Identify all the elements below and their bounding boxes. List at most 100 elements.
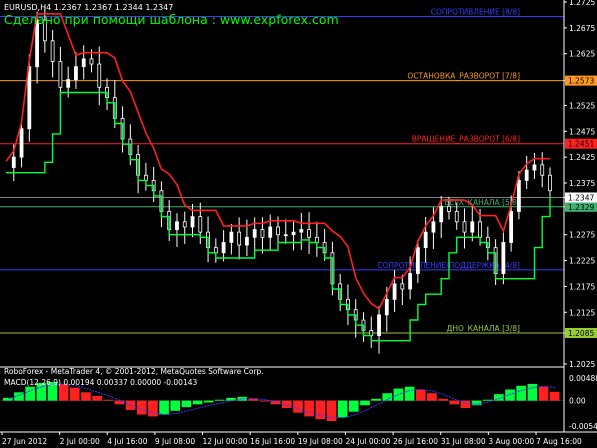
- candle-body: [408, 273, 413, 290]
- macd-histogram-bar: [92, 395, 102, 401]
- time-tick-label: 24 Jul 00:00: [345, 437, 390, 446]
- candle-body: [392, 283, 397, 300]
- candle-body: [175, 221, 179, 230]
- candle-body: [182, 221, 187, 228]
- macd-histogram-bar: [25, 386, 35, 401]
- macd-histogram-bar: [259, 400, 270, 402]
- macd-histogram-bar: [360, 400, 370, 406]
- candle-body: [66, 79, 71, 88]
- time-tick-label: 19 Jul 08:00: [298, 437, 343, 446]
- candle-body: [260, 229, 265, 238]
- level-label: СОПРОТИВЛЕНИЕ [8/8]: [431, 7, 520, 16]
- candle-body: [11, 156, 16, 168]
- price-tick-label: 1.2125: [569, 308, 595, 317]
- price-tick-label: 1.2225: [569, 257, 595, 266]
- candle-body: [19, 128, 24, 158]
- candle-body: [74, 66, 78, 80]
- macd-histogram-bar: [103, 399, 114, 401]
- time-tick-label: 16 Jul 16:00: [250, 437, 295, 446]
- macd-histogram-bar: [170, 400, 181, 411]
- macd-histogram-bar: [549, 391, 560, 401]
- time-tick-label: 4 Jul 16:00: [107, 437, 147, 446]
- candle-body: [532, 164, 537, 171]
- candle-body: [58, 61, 63, 88]
- level-price-label: 1.2451: [568, 140, 594, 149]
- candle-body: [517, 180, 521, 212]
- macd-histogram-bar: [516, 385, 527, 401]
- macd-histogram-bar: [3, 397, 13, 401]
- candle-body: [415, 247, 420, 274]
- candle-body: [35, 19, 39, 68]
- macd-histogram-bar: [203, 400, 214, 403]
- candle-body: [454, 211, 459, 223]
- template-watermark: Сделано при помощи шаблона : www.expfore…: [4, 12, 339, 27]
- current-price-label: 1.2347: [568, 193, 594, 202]
- candle-body: [268, 226, 273, 238]
- macd-tick-label: 0.00: [569, 397, 586, 406]
- candle-body: [400, 283, 405, 290]
- price-tick-label: 1.2525: [569, 101, 595, 110]
- candle-body: [369, 329, 374, 336]
- candle-body: [377, 314, 381, 336]
- macd-histogram-bar: [482, 399, 493, 401]
- candle-body: [143, 174, 148, 181]
- platform-copyright: RoboForex - MetaTrader 4, © 2001-2012, M…: [4, 367, 264, 376]
- chart-canvas: СОПРОТИВЛЕНИЕ [8/8] ОСТАНОВКА_РАЗВОРОТ [7…: [0, 0, 597, 448]
- time-tick-label: 3 Aug 00:00: [488, 437, 534, 446]
- candle-body: [291, 231, 296, 236]
- price-tick-label: 1.2725: [569, 0, 595, 7]
- level-price-label: 1.2329: [568, 203, 594, 212]
- macd-histogram-bar: [337, 400, 348, 418]
- candle-body: [213, 247, 218, 254]
- candle-body: [548, 174, 552, 192]
- time-tick-label: 27 Jun 2012: [2, 437, 47, 446]
- candle-body: [81, 58, 86, 68]
- macd-histogram-bar: [449, 400, 460, 405]
- macd-histogram-bar: [538, 386, 549, 401]
- macd-histogram-bar: [427, 393, 437, 401]
- candle-body: [478, 221, 482, 238]
- price-tick-label: 1.2175: [569, 282, 595, 291]
- candle-body: [509, 211, 514, 243]
- level-label: ДНО_КАНАЛА [3/8]: [447, 324, 521, 333]
- level-label: ВРАЩЕНИЕ_РАЗВОРОТ [6/8]: [412, 135, 520, 144]
- candle-body: [27, 66, 32, 130]
- candle-body: [252, 229, 257, 238]
- candle-body: [221, 242, 226, 254]
- macd-histogram-bar: [192, 400, 203, 405]
- price-tick-label: 1.2025: [569, 360, 595, 369]
- macd-histogram-bar: [304, 400, 314, 417]
- price-tick-label: 1.2275: [569, 231, 595, 240]
- candle-body: [431, 221, 436, 233]
- macd-histogram-bar: [282, 400, 292, 409]
- time-tick-label: 12 Jul 00:00: [203, 437, 248, 446]
- macd-histogram-bar: [114, 400, 125, 405]
- macd-histogram-bar: [181, 400, 192, 408]
- macd-histogram-bar: [69, 387, 80, 401]
- level-label: ОСТАНОВКА_РАЗВОРОТ [7/8]: [407, 72, 520, 81]
- macd-histogram-bar: [159, 400, 169, 415]
- level-price-label: 1.2085: [568, 329, 594, 338]
- macd-histogram-bar: [293, 400, 303, 413]
- candle-body: [524, 169, 529, 181]
- level-label: ВЕРХ_КАНАЛА [5/8]: [444, 198, 520, 207]
- macd-histogram-bar: [505, 389, 515, 401]
- time-tick-label: 2 Jul 00:00: [60, 437, 100, 446]
- candle-body: [229, 231, 234, 243]
- candle-body: [198, 216, 203, 233]
- symbol-info-line: EURUSD,H4 1.2367 1.2367 1.2344 1.2347: [4, 3, 173, 12]
- candle-body: [97, 63, 102, 88]
- candle-body: [307, 229, 311, 238]
- macd-histogram-bar: [136, 400, 147, 415]
- macd-histogram-bar: [415, 389, 426, 401]
- candle-body: [283, 234, 288, 237]
- candle-body: [299, 229, 304, 233]
- candle-body: [501, 242, 506, 274]
- candle-body: [384, 298, 389, 316]
- macd-histogram-bar: [527, 383, 538, 401]
- candle-body: [462, 221, 467, 233]
- macd-histogram-bar: [215, 399, 225, 401]
- candle-body: [50, 40, 55, 62]
- macd-tick-label: 0.00488: [569, 374, 597, 383]
- price-tick-label: 1.2375: [569, 179, 595, 188]
